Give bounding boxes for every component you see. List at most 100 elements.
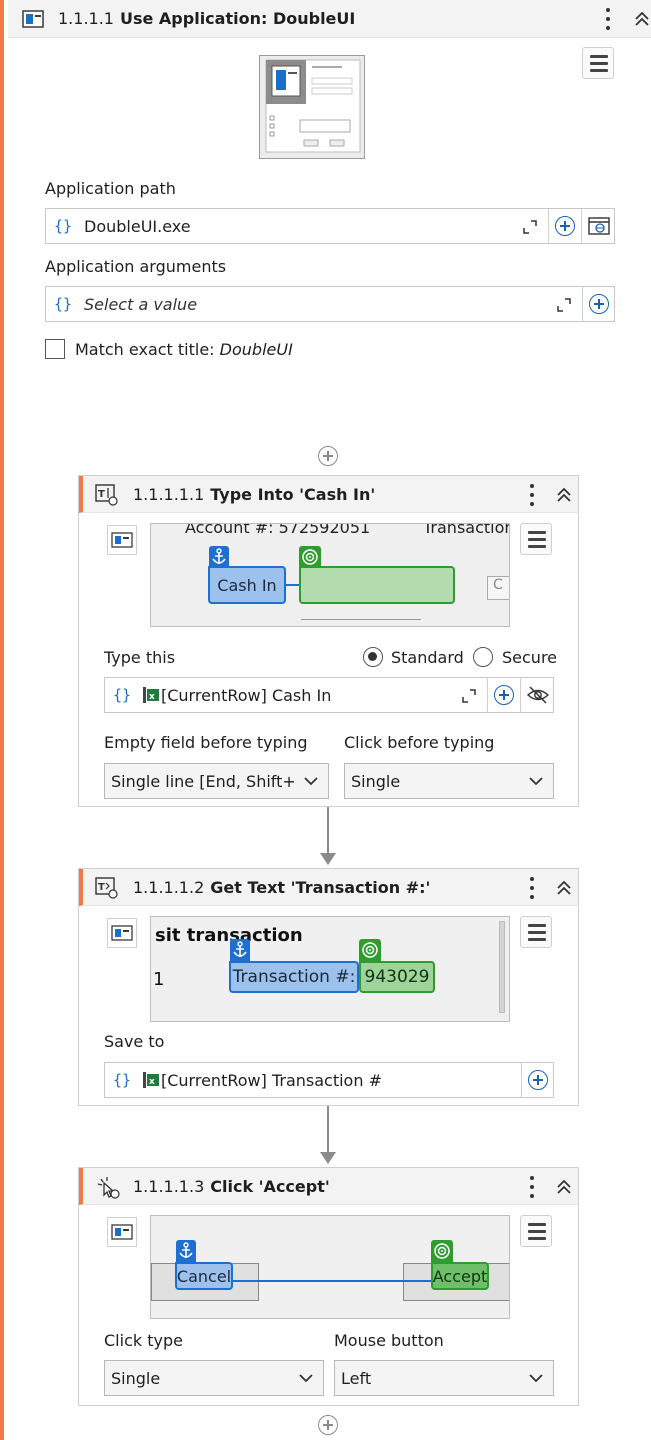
screenshot-scrollbar: [499, 921, 505, 1013]
match-exact-title-label: Match exact title: DoubleUI: [75, 340, 293, 359]
application-path-field[interactable]: {} DoubleUI.exe: [45, 208, 615, 244]
target-element-screenshot[interactable]: sit transaction 1 Transaction #: 943029: [150, 916, 510, 1022]
application-screenshot-thumbnail[interactable]: [259, 55, 365, 159]
more-options-icon[interactable]: [529, 877, 535, 899]
collapse-icon[interactable]: [554, 878, 574, 898]
browse-application-button[interactable]: [581, 209, 615, 243]
plus-icon: [528, 1070, 548, 1090]
arrow-down-icon: [320, 1152, 336, 1164]
svg-text:T: T: [98, 882, 105, 893]
expression-icon: {}: [53, 295, 73, 313]
anchor-cancel-label: Cancel: [175, 1262, 233, 1290]
target-transaction-value: 943029: [359, 961, 435, 993]
click-header[interactable]: 1.1.1.1.3 Click 'Accept': [79, 1168, 578, 1205]
application-window-icon: [111, 925, 133, 941]
secure-radio[interactable]: [473, 647, 493, 667]
application-arguments-label: Application arguments: [45, 257, 227, 276]
screenshot-transaction-text: Transaction: [423, 523, 510, 537]
chevron-down-icon: [529, 777, 543, 786]
add-variable-button[interactable]: [548, 209, 581, 243]
properties-menu-button[interactable]: [520, 523, 552, 555]
target-element-screenshot[interactable]: Account #: 572592051 Transaction Cash In: [150, 523, 510, 627]
expression-icon: {}: [53, 217, 73, 235]
activity-title: 1.1.1.1 Use Application: DoubleUI: [58, 9, 356, 28]
empty-field-select[interactable]: Single line [End, Shift+Home]: [104, 763, 329, 799]
application-card-button[interactable]: [107, 1217, 137, 1247]
target-element-screenshot[interactable]: Cancel Accept: [150, 1215, 510, 1319]
click-before-value: Single: [351, 772, 401, 791]
target-accept-label: Accept: [431, 1262, 489, 1290]
click-before-label: Click before typing: [344, 733, 495, 752]
plus-icon: [589, 294, 609, 314]
type-into-activity: T 1.1.1.1.1 Type Into 'Cash In' Account #…: [78, 475, 579, 807]
sequence-connector: [327, 1106, 329, 1152]
mouse-button-label: Mouse button: [334, 1331, 444, 1350]
save-to-field[interactable]: {} x [CurrentRow] Transaction #: [104, 1062, 554, 1098]
application-card-button[interactable]: [107, 525, 137, 555]
application-window-icon: [111, 532, 133, 548]
screenshot-account-text: Account #: 572592051: [185, 523, 371, 537]
type-into-header[interactable]: T 1.1.1.1.1 Type Into 'Cash In': [79, 476, 578, 513]
type-this-label: Type this: [104, 648, 176, 667]
standard-radio[interactable]: [363, 647, 383, 667]
anchor-cash-in-label: Cash In: [208, 566, 286, 604]
empty-field-label: Empty field before typing: [104, 733, 308, 752]
anchor-icon: [209, 546, 229, 568]
application-window-icon: [22, 10, 44, 28]
get-text-header[interactable]: T 1.1.1.1.2 Get Text 'Transaction #:': [79, 869, 578, 906]
eye-slash-icon: [526, 686, 549, 704]
target-icon: [359, 939, 381, 961]
screenshot-partial-button: C: [487, 576, 509, 600]
match-exact-title-checkbox[interactable]: [45, 339, 65, 359]
svg-text:T: T: [98, 489, 105, 500]
properties-menu-button[interactable]: [582, 47, 614, 79]
chevron-down-icon: [529, 1374, 543, 1383]
properties-menu-button[interactable]: [520, 916, 552, 948]
save-to-label: Save to: [104, 1032, 165, 1051]
toggle-visibility-button[interactable]: [520, 678, 554, 712]
expression-icon: {}: [112, 1071, 132, 1089]
collapse-icon[interactable]: [554, 1177, 574, 1197]
collapse-icon[interactable]: [554, 485, 574, 505]
application-card-button[interactable]: [107, 918, 137, 948]
type-this-field[interactable]: {} x [CurrentRow] Cash In: [104, 677, 554, 713]
click-before-select[interactable]: Single: [344, 763, 554, 799]
plus-icon: [494, 685, 514, 705]
click-type-select[interactable]: Single: [104, 1360, 324, 1396]
anchor-icon: [230, 939, 250, 961]
add-variable-button[interactable]: [521, 1063, 554, 1097]
application-path-label: Application path: [45, 179, 176, 198]
target-icon: [299, 546, 321, 568]
excel-icon: x: [143, 1072, 159, 1088]
screenshot-divider: [301, 619, 421, 620]
use-application-header[interactable]: 1.1.1.1 Use Application: DoubleUI: [8, 0, 651, 38]
empty-field-value: Single line [End, Shift+Home]: [111, 772, 296, 791]
application-arguments-placeholder: Select a value: [84, 295, 198, 314]
application-arguments-field[interactable]: {} Select a value: [45, 286, 615, 322]
more-options-icon[interactable]: [529, 484, 535, 506]
add-variable-button[interactable]: [582, 287, 615, 321]
type-this-value: x [CurrentRow] Cash In: [143, 686, 331, 705]
secure-radio-label: Secure: [502, 648, 558, 667]
click-type-label: Click type: [104, 1331, 183, 1350]
collapse-icon[interactable]: [632, 9, 651, 29]
expand-editor-icon[interactable]: [461, 688, 477, 704]
properties-menu-button[interactable]: [520, 1215, 552, 1247]
target-icon: [431, 1240, 453, 1262]
mouse-button-select[interactable]: Left: [334, 1360, 554, 1396]
svg-text:x: x: [149, 1077, 155, 1087]
expand-editor-icon[interactable]: [556, 297, 572, 313]
expand-editor-icon[interactable]: [522, 219, 538, 235]
expression-icon: {}: [112, 686, 132, 704]
use-application-activity: 1.1.1.1 Use Application: DoubleUI Applic…: [0, 0, 651, 1440]
chevron-down-icon: [304, 777, 318, 786]
get-text-icon: T: [95, 877, 118, 899]
click-activity: 1.1.1.1.3 Click 'Accept' Cancel Accept C…: [78, 1167, 579, 1406]
get-text-activity: T 1.1.1.1.2 Get Text 'Transaction #:' sit…: [78, 868, 579, 1106]
more-options-icon[interactable]: [605, 8, 611, 30]
add-activity-icon[interactable]: [318, 446, 338, 466]
more-options-icon[interactable]: [529, 1176, 535, 1198]
add-variable-button[interactable]: [487, 678, 520, 712]
add-activity-icon[interactable]: [318, 1415, 338, 1435]
plus-icon: [555, 216, 575, 236]
